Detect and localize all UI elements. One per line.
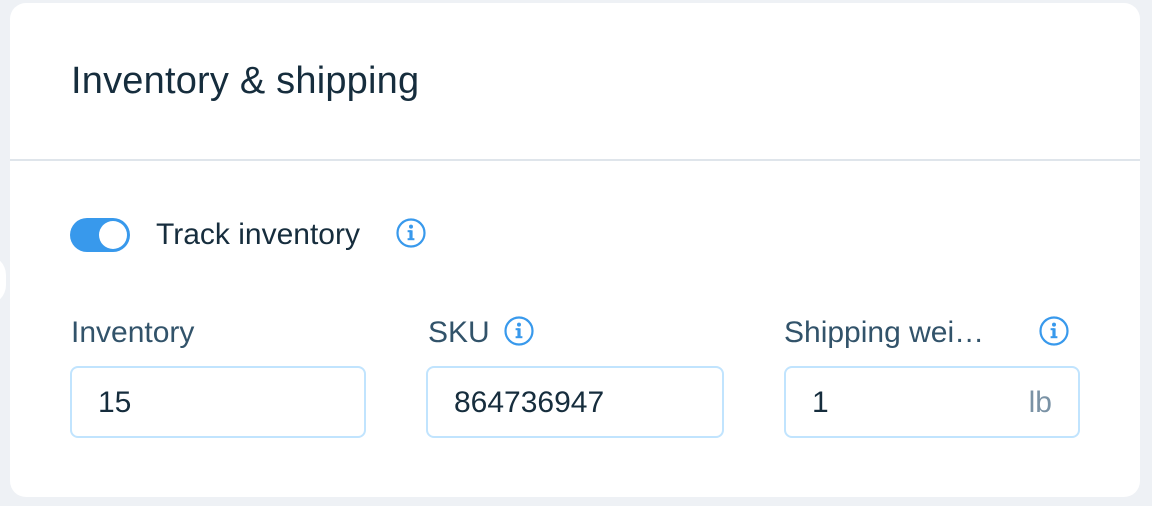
track-inventory-label: Track inventory	[156, 218, 360, 251]
inventory-shipping-card: Inventory & shipping Track inventory Inv…	[10, 3, 1140, 497]
collapsed-panel-edge	[0, 255, 6, 305]
shipping-weight-value: 1	[812, 386, 829, 419]
shipping-weight-info-icon[interactable]	[1039, 316, 1069, 346]
track-inventory-toggle[interactable]	[70, 218, 130, 252]
shipping-weight-input[interactable]: 1 lb	[784, 366, 1080, 438]
weight-unit-suffix: lb	[1028, 386, 1052, 419]
toggle-knob	[99, 221, 127, 249]
sku-info-icon[interactable]	[504, 316, 534, 346]
inventory-label: Inventory	[71, 316, 195, 349]
shipping-weight-label: Shipping wei…	[784, 316, 985, 349]
track-inventory-info-icon[interactable]	[396, 218, 426, 248]
sku-label: SKU	[428, 316, 490, 349]
card-title: Inventory & shipping	[71, 60, 420, 102]
inventory-input[interactable]: 15	[70, 366, 366, 438]
sku-value: 864736947	[454, 386, 605, 419]
sku-input[interactable]: 864736947	[426, 366, 724, 438]
header-divider	[10, 159, 1140, 161]
inventory-value: 15	[98, 386, 132, 419]
